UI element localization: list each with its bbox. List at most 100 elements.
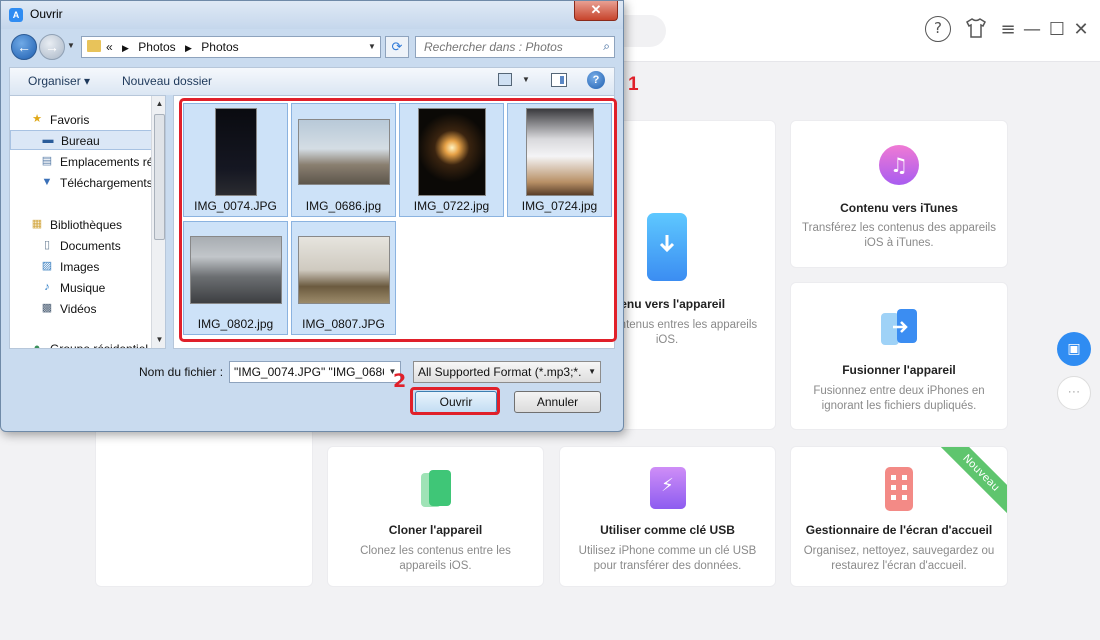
file-list: IMG_0074.JPG IMG_0686.jpg IMG_0722.jpg IMG_… (173, 95, 615, 349)
dialog-titlebar: A Ouvrir ✕ (1, 1, 623, 29)
search-box: ⌕ (415, 36, 615, 58)
organize-menu[interactable]: Organiser ▾ (28, 74, 90, 88)
nav-item-label: Favoris (50, 113, 90, 127)
photo-preview (189, 236, 282, 304)
file-thumbnail[interactable]: IMG_0724.jpg (507, 103, 612, 217)
file-thumbnail[interactable]: IMG_0722.jpg (399, 103, 504, 217)
nav-item-icon: ★ (32, 113, 42, 125)
card-itunes[interactable]: ♫ Contenu vers iTunes Transférez les con… (790, 120, 1008, 268)
annotation-step-1: 1 (628, 74, 639, 95)
nav-item-label: Vidéos (60, 302, 97, 316)
thumbnail-image-frame (514, 108, 606, 196)
dialog-title: Ouvrir (30, 7, 63, 21)
file-name: IMG_0802.jpg (197, 317, 274, 331)
back-arrow-icon[interactable]: ← (11, 34, 37, 60)
search-input[interactable] (416, 37, 596, 57)
new-folder-button[interactable]: Nouveau dossier (122, 74, 212, 88)
open-button[interactable]: Ouvrir (415, 391, 497, 413)
nav-item-label: Téléchargements (60, 176, 153, 190)
breadcrumb-item[interactable]: Photos (201, 40, 238, 54)
forward-arrow-icon[interactable]: → (39, 34, 65, 60)
nav-item[interactable]: ▤ Emplacements récents (10, 152, 158, 172)
view-dropdown-icon[interactable]: ▼ (522, 75, 530, 84)
nav-item[interactable]: ▬ Bureau (10, 130, 158, 150)
address-dropdown-icon[interactable]: ▼ (364, 37, 380, 57)
thumbnail-image-frame (297, 108, 390, 196)
skin-icon[interactable] (962, 16, 990, 44)
toolbox-icon[interactable]: ▣ (1057, 332, 1091, 366)
tshirt-icon (966, 18, 986, 38)
card-title: Utiliser comme clé USB (600, 523, 735, 537)
file-thumbnail[interactable]: IMG_0807.JPG (291, 221, 396, 335)
file-name: IMG_0807.JPG (302, 317, 385, 331)
phone-download-icon (647, 213, 687, 281)
file-thumbnail[interactable]: IMG_0074.JPG (183, 103, 288, 217)
card-description: Organisez, nettoyez, sauvegardez ou rest… (803, 545, 995, 572)
breadcrumb-item[interactable]: Photos (138, 40, 175, 54)
nav-item-icon: ♪ (44, 281, 50, 293)
close-icon[interactable]: ✕ (1067, 16, 1095, 44)
file-thumbnail[interactable]: IMG_0686.jpg (291, 103, 396, 217)
folder-icon (87, 40, 101, 52)
nav-scrollbar[interactable]: ▲ ▼ (151, 96, 165, 348)
card-title: Cloner l'appareil (388, 523, 483, 537)
scroll-thumb[interactable] (154, 114, 165, 240)
nav-item[interactable]: ▼ Téléchargements (10, 173, 158, 193)
help-icon[interactable]: ? (925, 16, 951, 42)
cancel-button[interactable]: Annuler (514, 391, 601, 413)
app-logo-icon: A (9, 8, 23, 22)
card-homescreen[interactable]: Gestionnaire de l'écran d'accueil Organi… (790, 446, 1008, 587)
thumbnail-image-frame (189, 226, 282, 314)
nav-item[interactable]: ★ Favoris (10, 110, 158, 130)
nav-item-icon: ▦ (31, 218, 43, 230)
file-thumbnail[interactable]: IMG_0802.jpg (183, 221, 288, 335)
filename-input[interactable] (229, 361, 401, 383)
nav-item-icon: ▯ (43, 239, 51, 251)
help-icon[interactable]: ? (587, 71, 605, 89)
card-title: Contenu vers iTunes (840, 201, 958, 215)
card-blank (95, 432, 313, 587)
card-merge[interactable]: Fusionner l'appareil Fusionnez entre deu… (790, 282, 1008, 430)
nav-item[interactable]: ▩ Vidéos (10, 299, 158, 319)
command-bar: Organiser ▾ Nouveau dossier ▼ ? (9, 67, 615, 95)
photo-preview (525, 108, 594, 196)
nav-item-label: Emplacements récents (60, 155, 158, 169)
history-dropdown-icon[interactable]: ▼ (67, 41, 75, 50)
file-type-select[interactable]: All Supported Format (*.mp3;*. ▼ (413, 361, 601, 383)
address-bar[interactable]: « ▶ Photos ▶ Photos ▼ (81, 36, 381, 58)
usb-drive-icon: ⚡ (649, 467, 686, 509)
refresh-icon[interactable]: ⟳ (385, 36, 409, 58)
minimize-icon[interactable]: — (1018, 16, 1046, 44)
search-icon[interactable]: ⌕ (603, 39, 610, 54)
nav-item[interactable]: ▨ Images (10, 257, 158, 277)
nav-item[interactable]: ♪ Musique (10, 278, 158, 298)
breadcrumb-overflow[interactable]: « (106, 40, 113, 54)
nav-item-label: Groupe résidentiel (50, 342, 149, 349)
photo-preview (297, 119, 390, 185)
navigation-bar: ← → ▼ « ▶ Photos ▶ Photos ▼ ⟳ ⌕ (1, 29, 623, 63)
navigation-pane: ★ Favoris ▬ Bureau ▤ Emplacements récents ▼ Tél… (9, 95, 166, 349)
dialog-close-button[interactable]: ✕ (574, 1, 618, 21)
card-clone[interactable]: Cloner l'appareil Clonez les contenus en… (327, 446, 544, 587)
nav-item[interactable]: ● Groupe résidentiel (10, 339, 158, 349)
filename-label: Nom du fichier : (139, 365, 224, 379)
scroll-down-icon[interactable]: ▼ (152, 332, 165, 348)
nav-item-icon: ▩ (41, 302, 53, 314)
new-badge: Nouveau (938, 447, 1007, 516)
preview-pane-icon[interactable] (551, 73, 567, 87)
annotation-step-2: 2 (393, 370, 407, 392)
nav-item-icon: ▬ (42, 134, 54, 146)
apps-grid-icon[interactable]: ⋯ (1057, 376, 1091, 410)
nav-item-label: Bibliothèques (50, 218, 123, 232)
nav-item[interactable]: ▯ Documents (10, 236, 158, 256)
photo-preview (297, 236, 390, 304)
nav-item[interactable]: ▦ Bibliothèques (10, 215, 158, 235)
file-name: IMG_0074.JPG (194, 199, 277, 213)
card-description: Transférez les contenus des appareils iO… (802, 222, 996, 249)
scroll-up-icon[interactable]: ▲ (152, 96, 165, 112)
nav-item-icon: ● (33, 342, 41, 349)
nav-item-label: Musique (60, 281, 106, 295)
card-usb[interactable]: ⚡ Utiliser comme clé USB Utilisez iPhone… (559, 446, 776, 587)
view-options-icon[interactable] (498, 73, 512, 86)
nav-item-icon: ▤ (41, 155, 53, 167)
